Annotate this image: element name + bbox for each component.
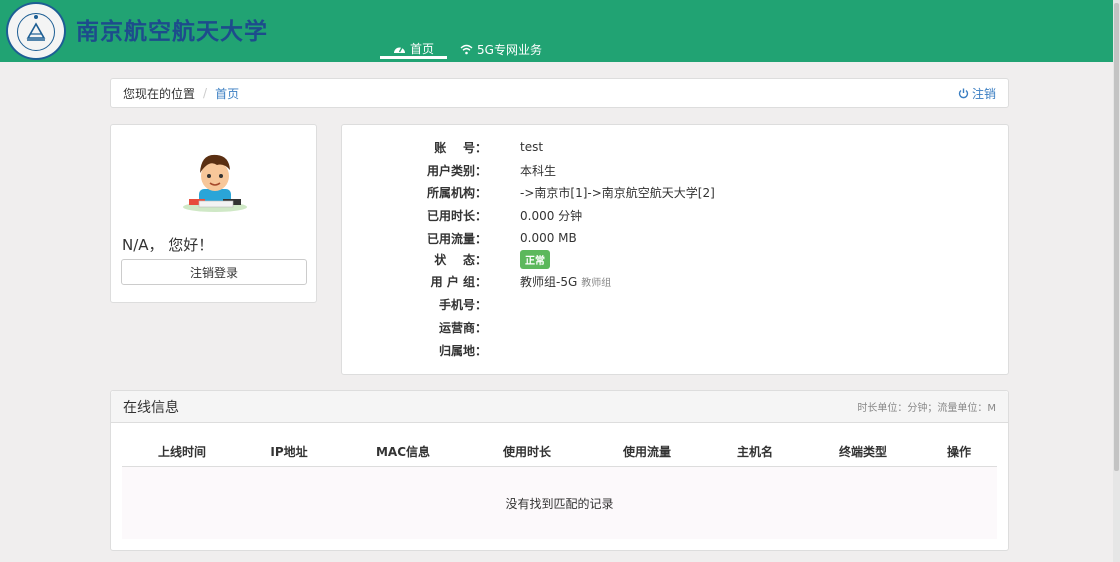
info-row-organization: 所属机构： ->南京市[1]->南京航空航天大学[2] xyxy=(342,182,1002,202)
column-header[interactable]: IP地址 xyxy=(270,443,307,460)
info-key: 状 态： xyxy=(434,252,487,267)
scrollbar-thumb[interactable] xyxy=(1114,3,1119,471)
online-panel-title: 在线信息 xyxy=(123,399,179,416)
column-header[interactable]: 使用时长 xyxy=(503,443,551,460)
breadcrumb-prefix: 您现在的位置 xyxy=(123,86,196,101)
info-row-used-time: 已用时长： 0.000 分钟 xyxy=(342,205,1002,225)
info-key: 账 号： xyxy=(434,140,487,155)
info-value: 教师组-5G xyxy=(520,274,578,289)
nav-5g-label: 5G专网业务 xyxy=(477,43,542,57)
logout-button[interactable]: 注销登录 xyxy=(121,259,307,285)
university-name: 南京航空航天大学 xyxy=(76,18,268,45)
info-key: 所属机构： xyxy=(426,185,487,200)
info-row-account: 账 号： test xyxy=(342,137,1002,157)
profile-card: N/A， 您好！ 注销登录 xyxy=(110,124,317,303)
breadcrumb-separator: / xyxy=(203,86,208,100)
greeting-text: N/A， 您好！ xyxy=(122,236,214,254)
column-header[interactable]: 使用流量 xyxy=(623,443,671,460)
info-value: test xyxy=(520,140,544,154)
info-key: 运营商： xyxy=(438,320,487,335)
info-key: 用 户 组： xyxy=(430,274,487,289)
info-value: ->南京市[1]->南京航空航天大学[2] xyxy=(520,185,715,200)
column-header[interactable]: 上线时间 xyxy=(158,443,206,460)
status-badge: 正常 xyxy=(520,249,550,269)
info-row-user-group: 用 户 组： 教师组-5G 教师组 xyxy=(342,271,1002,291)
breadcrumb-current[interactable]: 首页 xyxy=(215,85,239,102)
info-row-phone: 手机号： xyxy=(342,294,1002,314)
info-value: 0.000 MB xyxy=(520,231,577,245)
info-row-carrier: 运营商： xyxy=(342,317,1002,337)
column-header[interactable]: 主机名 xyxy=(737,443,773,460)
university-seal-logo xyxy=(6,2,66,60)
info-key: 用户类别： xyxy=(426,163,487,178)
dashboard-icon xyxy=(393,43,406,54)
column-header[interactable]: MAC信息 xyxy=(376,443,430,460)
main-nav: 首页 5G专网业务 xyxy=(380,40,555,62)
online-info-panel: 在线信息 时长单位：分钟；流量单位：M 上线时间 IP地址 MAC信息 使用时长… xyxy=(110,390,1009,551)
wifi-icon xyxy=(460,44,473,55)
user-avatar-icon xyxy=(179,145,251,217)
info-row-used-traffic: 已用流量： 0.000 MB xyxy=(342,228,1002,248)
nav-home[interactable]: 首页 xyxy=(380,40,448,59)
info-value: 0.000 分钟 xyxy=(520,208,583,223)
info-key: 归属地： xyxy=(438,343,487,358)
user-group-subtext: 教师组 xyxy=(581,277,612,289)
info-row-status: 状 态： 正常 xyxy=(342,249,1002,269)
info-key: 已用时长： xyxy=(426,208,487,223)
info-key: 已用流量： xyxy=(426,231,487,246)
info-row-user-type: 用户类别： 本科生 xyxy=(342,160,1002,180)
units-note: 时长单位：分钟；流量单位：M xyxy=(857,403,996,414)
online-panel-header: 在线信息 时长单位：分钟；流量单位：M xyxy=(111,391,1008,423)
nav-5g-service[interactable]: 5G专网业务 xyxy=(447,40,555,59)
online-table-header: 上线时间 IP地址 MAC信息 使用时长 使用流量 主机名 终端类型 操作 xyxy=(122,435,997,467)
column-header[interactable]: 操作 xyxy=(947,443,971,460)
power-icon xyxy=(958,88,969,99)
page-scrollbar[interactable] xyxy=(1113,0,1120,562)
nav-home-label: 首页 xyxy=(410,41,435,56)
info-row-location: 归属地： xyxy=(342,340,1002,360)
logout-label: 注销 xyxy=(971,86,996,101)
info-value: 本科生 xyxy=(520,163,557,178)
empty-table-message: 没有找到匹配的记录 xyxy=(122,467,997,539)
logout-link[interactable]: 注销 xyxy=(958,85,996,102)
column-header[interactable]: 终端类型 xyxy=(839,443,887,460)
user-info-panel: 账 号： test 用户类别： 本科生 所属机构： ->南京市[1]->南京航空… xyxy=(341,124,1009,375)
top-header: 南京航空航天大学 首页 5G专网业务 xyxy=(0,0,1113,62)
breadcrumb: 您现在的位置 / 首页 注销 xyxy=(110,78,1009,108)
info-key: 手机号： xyxy=(438,297,487,312)
